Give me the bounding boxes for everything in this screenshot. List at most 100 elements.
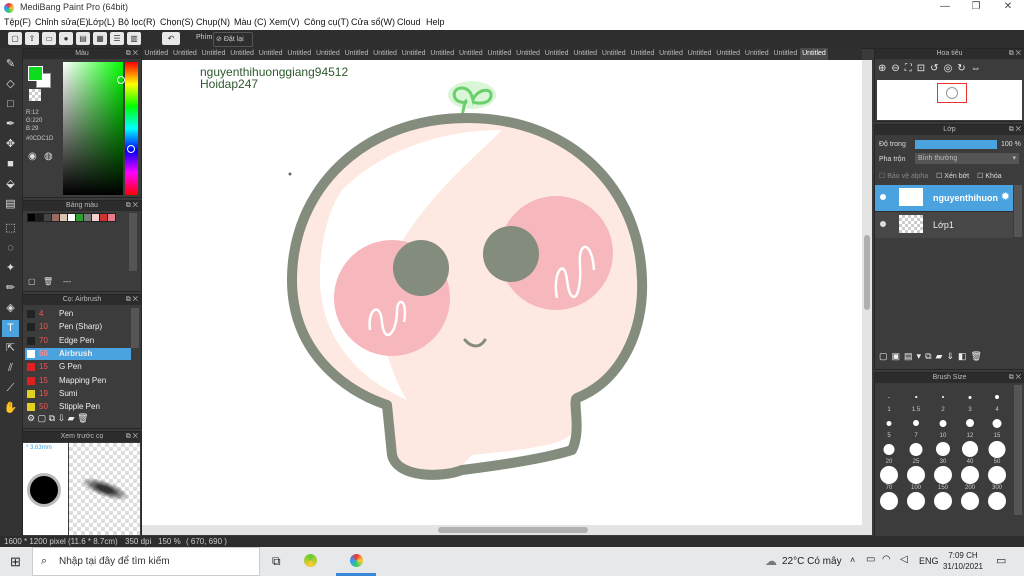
menu-window[interactable]: Cửa sổ(W) xyxy=(351,17,395,27)
brush-size-option[interactable]: 20 xyxy=(876,437,902,465)
menu-file[interactable]: Tệp(F) xyxy=(4,17,31,27)
layer-settings-icon[interactable]: ✹ xyxy=(1001,190,1010,203)
brush-list-item[interactable]: 15 Mapping Pen xyxy=(25,375,131,387)
protect-alpha-checkbox[interactable]: ☐ Bảo vệ alpha xyxy=(879,173,928,180)
brush-size-option[interactable]: 12 xyxy=(957,411,983,439)
rotate-left-icon[interactable]: ↺ xyxy=(930,63,943,74)
notification-icon[interactable]: ▭ xyxy=(996,554,1006,567)
lasso-tool-icon[interactable]: ◌ xyxy=(2,240,19,257)
zoom-out-icon[interactable]: ⊖ xyxy=(891,63,904,74)
task-view-icon[interactable]: ⧉ xyxy=(272,554,281,569)
zoom-in-icon[interactable]: ⊕ xyxy=(878,63,891,74)
document-tab[interactable]: Untitled xyxy=(628,48,657,60)
document-tab[interactable]: Untitled xyxy=(742,48,771,60)
document-tab[interactable]: Untitled xyxy=(199,48,228,60)
menu-filter[interactable]: Bộ lọc(R) xyxy=(118,17,156,27)
brush-size-option[interactable]: 300 xyxy=(984,463,1010,491)
brush-size-option[interactable]: 1 xyxy=(876,385,902,413)
bucket-tool-icon[interactable]: ⬙ xyxy=(2,176,19,193)
folder-icon[interactable]: ▰ xyxy=(68,413,75,423)
document-tab[interactable]: Untitled xyxy=(171,48,200,60)
actual-size-icon[interactable]: ⊡ xyxy=(917,63,930,74)
minimize-button[interactable]: — xyxy=(930,1,960,15)
palette-scrollbar[interactable] xyxy=(129,213,137,271)
select-eraser-tool-icon[interactable]: ◈ xyxy=(2,300,19,317)
menu-snap[interactable]: Chụp(N) xyxy=(196,17,230,27)
delete-swatch-icon[interactable]: 🗑 xyxy=(43,277,53,286)
visibility-icon[interactable] xyxy=(880,194,886,200)
taskbar-search-box[interactable]: ⌕ Nhập tại đây để tìm kiếm xyxy=(32,547,260,576)
document-tab[interactable]: Untitled xyxy=(657,48,686,60)
canvas-horizontal-scrollbar[interactable] xyxy=(142,525,862,535)
maximize-button[interactable]: ❐ xyxy=(961,1,991,15)
select-pen-tool-icon[interactable]: ✏ xyxy=(2,280,19,297)
new-halftone-layer-icon[interactable]: ▣ xyxy=(892,351,905,361)
brush-list-item[interactable]: 50 Stipple Pen xyxy=(25,401,131,411)
close-button[interactable]: ✕ xyxy=(993,1,1023,15)
menu-layer[interactable]: Lớp(L) xyxy=(88,17,115,27)
document-tab[interactable]: Untitled xyxy=(428,48,457,60)
medibang-taskbar-icon[interactable] xyxy=(350,554,363,567)
panel-menu-icon[interactable]: ⧉ ✕ xyxy=(1009,49,1021,59)
panel-menu-icon[interactable]: ⧉ ✕ xyxy=(126,201,138,211)
opacity-slider[interactable] xyxy=(915,140,997,149)
document-tab[interactable]: Untitled xyxy=(142,48,171,60)
document-tab[interactable]: Untitled xyxy=(285,48,314,60)
merge-down-icon[interactable]: ⇓ xyxy=(946,351,958,361)
document-tab[interactable]: Untitled xyxy=(771,48,800,60)
blend-mode-select[interactable]: Bình thường ▾ xyxy=(915,153,1019,164)
import-brush-icon[interactable]: ⇩ xyxy=(58,413,66,423)
browser-taskbar-icon[interactable] xyxy=(304,554,317,567)
brush-size-option[interactable] xyxy=(930,489,956,517)
pen-tool-icon[interactable]: ✒ xyxy=(2,116,19,133)
delete-layer-icon[interactable]: 🗑 xyxy=(971,351,986,361)
vscroll-thumb[interactable] xyxy=(864,235,870,310)
panel-menu-icon[interactable]: ⧉ ✕ xyxy=(126,432,138,442)
flip-icon[interactable]: ⇔ xyxy=(971,63,986,74)
brush-list-item[interactable]: 4 Pen xyxy=(25,308,131,320)
brush-size-option[interactable]: 4 xyxy=(984,385,1010,413)
document-tab[interactable]: Untitled xyxy=(342,48,371,60)
menu-edit[interactable]: Chỉnh sửa(E) xyxy=(35,17,89,27)
brush-scrollbar[interactable] xyxy=(131,308,139,348)
canvas-vertical-scrollbar[interactable] xyxy=(862,60,872,535)
document-tab[interactable]: Untitled xyxy=(600,48,629,60)
network-icon[interactable]: ▭ xyxy=(866,554,875,565)
brush-size-option[interactable] xyxy=(957,489,983,517)
wifi-icon[interactable]: ◠ xyxy=(882,554,891,565)
undo-icon[interactable]: ↶ xyxy=(162,32,180,45)
brush-size-option[interactable]: 3 xyxy=(957,385,983,413)
new-8bit-layer-icon[interactable]: ▤ xyxy=(904,351,917,361)
delete-brush-icon[interactable]: 🗑 xyxy=(77,413,88,423)
document-tab[interactable]: Untitled xyxy=(457,48,486,60)
windows-start-icon[interactable]: ⊞ xyxy=(10,554,21,570)
layer-scrollbar[interactable] xyxy=(1014,185,1022,237)
color-picker-icon[interactable]: ◍ xyxy=(44,151,53,162)
duplicate-layer-icon[interactable]: ⧉ xyxy=(925,351,935,361)
brush-size-option[interactable]: 5 xyxy=(876,411,902,439)
add-brush-icon[interactable]: ▢ xyxy=(38,413,47,423)
panel-menu-icon[interactable]: ⧉ ✕ xyxy=(126,49,138,59)
menu-help[interactable]: Help xyxy=(426,17,445,27)
panel-menu-icon[interactable]: ⧉ ✕ xyxy=(1009,125,1021,135)
hand-tool-icon[interactable]: ✋ xyxy=(2,400,19,417)
panel-menu-icon[interactable]: ⧉ ✕ xyxy=(1009,373,1021,383)
document-tab[interactable]: Untitled xyxy=(542,48,571,60)
grid-icon[interactable]: ▦ xyxy=(93,32,107,45)
tray-chevron-icon[interactable]: ˄ xyxy=(850,555,855,565)
drawing-canvas[interactable]: nguyenthihuonggiang94512 Hoidap247 xyxy=(142,60,862,525)
layer-mask-icon[interactable]: ◧ xyxy=(958,351,971,361)
brush-size-option[interactable]: 100 xyxy=(903,463,929,491)
reset-snap-button[interactable]: ⊘ Đặt lại xyxy=(213,32,253,47)
gradient-tool-icon[interactable]: ▤ xyxy=(2,196,19,213)
clock[interactable]: 7:09 CH 31/10/2021 xyxy=(942,550,984,572)
layout-icon[interactable]: ▥ xyxy=(127,32,141,45)
new-layer-icon[interactable]: ▢ xyxy=(879,351,892,361)
document-icon[interactable]: ▤ xyxy=(76,32,90,45)
color-wheel-icon[interactable]: ◉ xyxy=(28,151,37,162)
lock-checkbox[interactable]: ☐ Khóa xyxy=(977,173,1002,180)
document-tab[interactable]: Untitled xyxy=(514,48,543,60)
brush-size-option[interactable]: 7 xyxy=(903,411,929,439)
brush-size-option[interactable]: 50 xyxy=(984,437,1010,465)
brush-size-option[interactable] xyxy=(876,489,902,517)
